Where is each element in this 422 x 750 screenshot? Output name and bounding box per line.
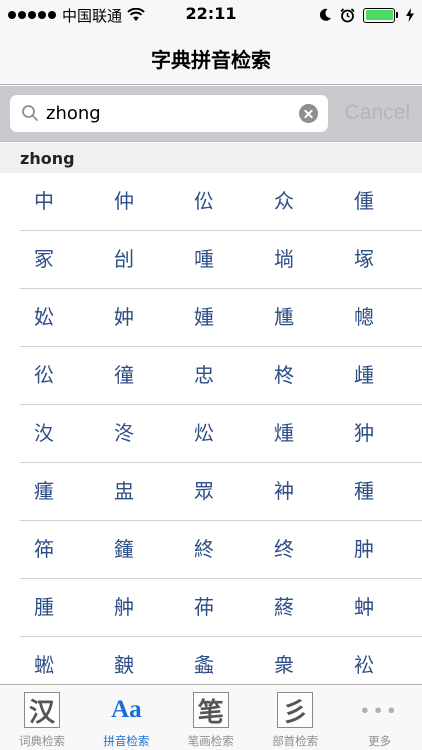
charging-bolt-icon <box>406 8 414 22</box>
character-cell[interactable]: 妐 <box>14 289 74 346</box>
character-cell[interactable]: 盅 <box>94 463 154 520</box>
moon-icon <box>319 8 331 21</box>
character-cell[interactable]: 籦 <box>94 521 154 578</box>
character-cell[interactable]: 螤 <box>94 637 154 684</box>
tab-item[interactable]: 笔笔画检索 <box>169 685 253 750</box>
brush-stroke-icon: 笔 <box>192 692 229 728</box>
character-cell[interactable]: 瘇 <box>14 463 74 520</box>
character-cell[interactable]: 徸 <box>94 347 154 404</box>
character-cell[interactable]: 塚 <box>334 231 394 288</box>
search-field[interactable] <box>10 95 328 132</box>
tab-label: 部首检索 <box>272 734 319 748</box>
tab-label: 笔画检索 <box>187 734 234 748</box>
alarm-clock-icon <box>340 7 355 22</box>
search-icon <box>22 105 38 121</box>
character-cell[interactable]: 衳 <box>334 637 394 684</box>
character-cell[interactable]: 彸 <box>14 347 74 404</box>
search-bar: Cancel <box>0 86 422 142</box>
tab-item[interactable]: Aa 拼音检索 <box>84 685 168 750</box>
character-cell[interactable]: 煄 <box>254 405 314 462</box>
character-cell[interactable]: 仲 <box>94 173 154 230</box>
character-cell[interactable]: 中 <box>14 173 74 230</box>
character-cell[interactable]: 幒 <box>334 289 394 346</box>
battery-icon <box>363 7 398 23</box>
character-cell[interactable]: 妕 <box>94 289 154 346</box>
character-cell[interactable]: 炂 <box>174 405 234 462</box>
character-cell[interactable]: 媑 <box>174 289 234 346</box>
character-cell[interactable]: 伀 <box>174 173 234 230</box>
status-bar: 中国联通 22:11 <box>0 0 422 30</box>
radical-icon: 彡 <box>277 692 314 728</box>
page-title: 字典拼音检索 <box>151 48 271 72</box>
character-cell[interactable]: 尰 <box>254 289 314 346</box>
character-cell[interactable]: 螽 <box>174 637 234 684</box>
tab-item[interactable]: 汉词典检索 <box>0 685 84 750</box>
character-cell[interactable]: 众 <box>254 173 314 230</box>
pinyin-aa-icon: Aa <box>111 696 142 723</box>
search-input[interactable] <box>46 100 296 127</box>
cancel-button[interactable]: Cancel <box>345 101 410 125</box>
character-row: 腫舯茽蔠蚛 <box>0 579 422 637</box>
status-right <box>318 5 414 25</box>
tab-item[interactable]: ••• 更多 <box>338 685 422 750</box>
tab-label: 拼音检索 <box>103 734 150 748</box>
character-row: 彸徸忠柊歱 <box>0 347 422 405</box>
character-cell[interactable]: 腫 <box>14 579 74 636</box>
character-cell[interactable]: 種 <box>334 463 394 520</box>
character-cell[interactable]: 偅 <box>334 173 394 230</box>
character-row: 瘇盅眾衶種 <box>0 463 422 521</box>
section-header: zhong <box>0 143 422 173</box>
character-cell[interactable]: 汷 <box>14 405 74 462</box>
character-cell[interactable]: 冢 <box>14 231 74 288</box>
character-cell[interactable]: 泈 <box>94 405 154 462</box>
character-cell[interactable]: 狆 <box>334 405 394 462</box>
character-cell[interactable]: 刣 <box>94 231 154 288</box>
character-cell[interactable]: 眾 <box>174 463 234 520</box>
character-cell[interactable]: 筗 <box>14 521 74 578</box>
character-cell[interactable]: 柊 <box>254 347 314 404</box>
character-cell[interactable]: 忠 <box>174 347 234 404</box>
more-dots-icon: ••• <box>359 700 400 720</box>
character-grid: 中仲伀众偅冢刣喠埫塚妐妕媑尰幒彸徸忠柊歱汷泈炂煄狆瘇盅眾衶種筗籦終终肿腫舯茽蔠蚛… <box>0 173 422 684</box>
character-cell[interactable]: 蜙 <box>14 637 74 684</box>
character-cell[interactable]: 歱 <box>334 347 394 404</box>
character-cell[interactable]: 終 <box>174 521 234 578</box>
han-character-icon: 汉 <box>24 692 60 728</box>
character-row: 妐妕媑尰幒 <box>0 289 422 347</box>
character-cell[interactable]: 埫 <box>254 231 314 288</box>
character-row: 蜙螤螽衆衳 <box>0 637 422 684</box>
section-title: zhong <box>20 149 75 168</box>
character-cell[interactable]: 蚛 <box>334 579 394 636</box>
character-cell[interactable]: 茽 <box>174 579 234 636</box>
character-cell[interactable]: 肿 <box>334 521 394 578</box>
character-cell[interactable]: 终 <box>254 521 314 578</box>
navigation-bar: 字典拼音检索 <box>0 30 422 85</box>
character-row: 中仲伀众偅 <box>0 173 422 231</box>
character-cell[interactable]: 衶 <box>254 463 314 520</box>
tab-label: 词典检索 <box>19 734 65 748</box>
character-cell[interactable]: 衆 <box>254 637 314 684</box>
clear-text-icon[interactable] <box>299 104 318 123</box>
character-row: 冢刣喠埫塚 <box>0 231 422 289</box>
character-cell[interactable]: 蔠 <box>254 579 314 636</box>
character-row: 筗籦終终肿 <box>0 521 422 579</box>
character-row: 汷泈炂煄狆 <box>0 405 422 463</box>
tab-label: 更多 <box>368 734 392 748</box>
character-cell[interactable]: 喠 <box>174 231 234 288</box>
character-cell[interactable]: 舯 <box>94 579 154 636</box>
tab-bar: 汉词典检索 Aa 拼音检索笔笔画检索彡部首检索 ••• 更多 <box>0 684 422 750</box>
tab-item[interactable]: 彡部首检索 <box>253 685 337 750</box>
